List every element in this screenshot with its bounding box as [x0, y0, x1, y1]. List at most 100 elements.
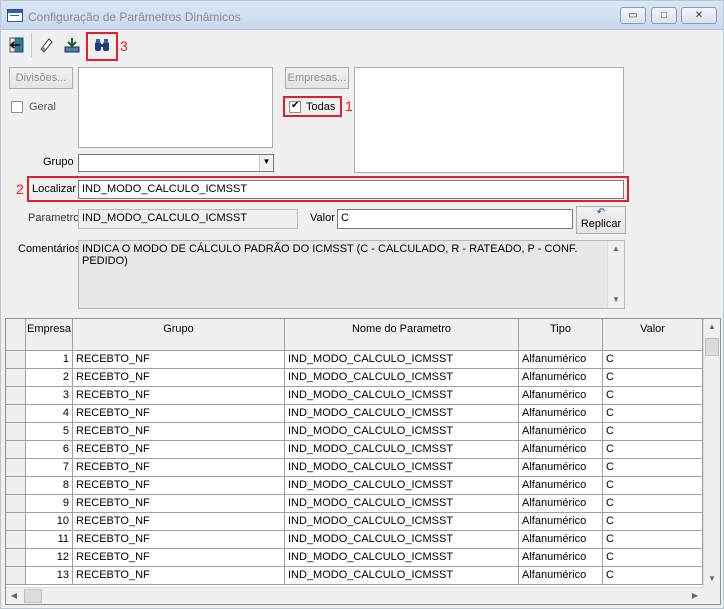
tipo-cell[interactable]: Alfanumérico — [519, 495, 603, 513]
grupo-cell[interactable]: RECEBTO_NF — [73, 423, 285, 441]
grupo-cell[interactable]: RECEBTO_NF — [73, 549, 285, 567]
grid-horizontal-scrollbar[interactable]: ◀ ▶ — [6, 587, 703, 604]
grupo-cell[interactable]: RECEBTO_NF — [73, 441, 285, 459]
table-row[interactable]: 2 RECEBTO_NF IND_MODO_CALCULO_ICMSST Alfanu… — [6, 369, 703, 387]
tipo-cell[interactable]: Alfanumérico — [519, 567, 603, 585]
valor-cell[interactable]: C — [603, 351, 703, 369]
grupo-cell[interactable]: RECEBTO_NF — [73, 477, 285, 495]
minimize-button[interactable]: ▭ — [620, 7, 646, 24]
empresa-cell[interactable]: 8 — [26, 477, 73, 495]
scroll-right-icon[interactable]: ▶ — [687, 588, 703, 604]
nome-parametro-cell[interactable]: IND_MODO_CALCULO_ICMSST — [285, 387, 519, 405]
nome-parametro-cell[interactable]: IND_MODO_CALCULO_ICMSST — [285, 405, 519, 423]
scroll-left-icon[interactable]: ◀ — [6, 588, 22, 604]
tipo-cell[interactable]: Alfanumérico — [519, 549, 603, 567]
table-row[interactable]: 11 RECEBTO_NF IND_MODO_CALCULO_ICMSST Alfan… — [6, 531, 703, 549]
empresa-cell[interactable]: 2 — [26, 369, 73, 387]
scroll-up-icon[interactable]: ▲ — [608, 241, 624, 257]
tipo-cell[interactable]: Alfanumérico — [519, 441, 603, 459]
horizontal-scroll-thumb[interactable] — [24, 589, 42, 603]
tipo-cell[interactable]: Alfanumérico — [519, 477, 603, 495]
empresa-cell[interactable]: 6 — [26, 441, 73, 459]
table-row[interactable]: 13 RECEBTO_NF IND_MODO_CALCULO_ICMSST Alfan… — [6, 567, 703, 585]
empresa-cell[interactable]: 12 — [26, 549, 73, 567]
valor-cell[interactable]: C — [603, 369, 703, 387]
scroll-up-icon[interactable]: ▲ — [704, 319, 720, 335]
empresa-cell[interactable]: 10 — [26, 513, 73, 531]
tipo-cell[interactable]: Alfanumérico — [519, 405, 603, 423]
empresa-cell[interactable]: 11 — [26, 531, 73, 549]
divisoes-list[interactable] — [78, 67, 273, 148]
nome-parametro-cell[interactable]: IND_MODO_CALCULO_ICMSST — [285, 369, 519, 387]
localizar-input[interactable]: IND_MODO_CALCULO_ICMSST — [78, 180, 624, 199]
table-row[interactable]: 5 RECEBTO_NF IND_MODO_CALCULO_ICMSST Alfanu… — [6, 423, 703, 441]
nome-parametro-cell[interactable]: IND_MODO_CALCULO_ICMSST — [285, 495, 519, 513]
scroll-down-icon[interactable]: ▼ — [608, 292, 624, 308]
tipo-cell[interactable]: Alfanumérico — [519, 513, 603, 531]
table-row[interactable]: 3 RECEBTO_NF IND_MODO_CALCULO_ICMSST Alfanu… — [6, 387, 703, 405]
valor-cell[interactable]: C — [603, 387, 703, 405]
table-row[interactable]: 9 RECEBTO_NF IND_MODO_CALCULO_ICMSST Alfanu… — [6, 495, 703, 513]
table-row[interactable]: 12 RECEBTO_NF IND_MODO_CALCULO_ICMSST Alfan… — [6, 549, 703, 567]
tipo-cell[interactable]: Alfanumérico — [519, 387, 603, 405]
tipo-cell[interactable]: Alfanumérico — [519, 351, 603, 369]
grupo-cell[interactable]: RECEBTO_NF — [73, 387, 285, 405]
close-button[interactable]: ✕ — [681, 7, 717, 24]
valor-input[interactable]: C — [337, 209, 573, 229]
valor-cell[interactable]: C — [603, 531, 703, 549]
nome-parametro-cell[interactable]: IND_MODO_CALCULO_ICMSST — [285, 459, 519, 477]
grupo-cell[interactable]: RECEBTO_NF — [73, 567, 285, 585]
header-tipo[interactable]: Tipo — [519, 319, 603, 351]
grupo-cell[interactable]: RECEBTO_NF — [73, 531, 285, 549]
valor-cell[interactable]: C — [603, 513, 703, 531]
nome-parametro-cell[interactable]: IND_MODO_CALCULO_ICMSST — [285, 477, 519, 495]
empresa-cell[interactable]: 7 — [26, 459, 73, 477]
empresa-cell[interactable]: 9 — [26, 495, 73, 513]
tipo-cell[interactable]: Alfanumérico — [519, 459, 603, 477]
valor-cell[interactable]: C — [603, 567, 703, 585]
valor-cell[interactable]: C — [603, 423, 703, 441]
grupo-cell[interactable]: RECEBTO_NF — [73, 495, 285, 513]
table-row[interactable]: 8 RECEBTO_NF IND_MODO_CALCULO_ICMSST Alfanu… — [6, 477, 703, 495]
divisoes-button[interactable]: Divisões... — [9, 67, 73, 89]
comentarios-memo[interactable]: INDICA O MODO DE CÁLCULO PADRÃO DO ICMSS… — [78, 240, 625, 309]
header-empresa[interactable]: Empresa — [26, 319, 73, 351]
table-row[interactable]: 10 RECEBTO_NF IND_MODO_CALCULO_ICMSST Alfan… — [6, 513, 703, 531]
grupo-cell[interactable]: RECEBTO_NF — [73, 405, 285, 423]
empresa-cell[interactable]: 5 — [26, 423, 73, 441]
header-nome-parametro[interactable]: Nome do Parametro — [285, 319, 519, 351]
nome-parametro-cell[interactable]: IND_MODO_CALCULO_ICMSST — [285, 549, 519, 567]
valor-cell[interactable]: C — [603, 441, 703, 459]
empresa-cell[interactable]: 13 — [26, 567, 73, 585]
empresa-cell[interactable]: 1 — [26, 351, 73, 369]
grid-vertical-scrollbar[interactable]: ▲ ▼ — [703, 319, 720, 587]
nome-parametro-cell[interactable]: IND_MODO_CALCULO_ICMSST — [285, 423, 519, 441]
geral-checkbox[interactable] — [11, 101, 23, 113]
clear-button[interactable] — [33, 33, 59, 57]
nome-parametro-cell[interactable]: IND_MODO_CALCULO_ICMSST — [285, 351, 519, 369]
empresas-button[interactable]: Empresas... — [285, 67, 349, 89]
table-row[interactable]: 7 RECEBTO_NF IND_MODO_CALCULO_ICMSST Alfanu… — [6, 459, 703, 477]
header-valor[interactable]: Valor — [603, 319, 703, 351]
table-row[interactable]: 6 RECEBTO_NF IND_MODO_CALCULO_ICMSST Alfanu… — [6, 441, 703, 459]
tipo-cell[interactable]: Alfanumérico — [519, 531, 603, 549]
maximize-button[interactable]: □ — [651, 7, 677, 24]
comentarios-scrollbar[interactable]: ▲ ▼ — [607, 241, 624, 308]
scroll-down-icon[interactable]: ▼ — [704, 571, 720, 587]
chevron-down-icon[interactable]: ▼ — [259, 155, 273, 171]
nome-parametro-cell[interactable]: IND_MODO_CALCULO_ICMSST — [285, 531, 519, 549]
valor-cell[interactable]: C — [603, 405, 703, 423]
parameters-grid[interactable]: Empresa Grupo Nome do Parametro Tipo Val… — [5, 318, 721, 605]
nome-parametro-cell[interactable]: IND_MODO_CALCULO_ICMSST — [285, 567, 519, 585]
save-button[interactable] — [59, 33, 85, 57]
nome-parametro-cell[interactable]: IND_MODO_CALCULO_ICMSST — [285, 513, 519, 531]
nome-parametro-cell[interactable]: IND_MODO_CALCULO_ICMSST — [285, 441, 519, 459]
tipo-cell[interactable]: Alfanumérico — [519, 369, 603, 387]
exit-button[interactable] — [4, 33, 30, 57]
empresa-cell[interactable]: 4 — [26, 405, 73, 423]
valor-cell[interactable]: C — [603, 459, 703, 477]
header-grupo[interactable]: Grupo — [73, 319, 285, 351]
tipo-cell[interactable]: Alfanumérico — [519, 423, 603, 441]
vertical-scroll-thumb[interactable] — [705, 338, 719, 356]
grupo-cell[interactable]: RECEBTO_NF — [73, 513, 285, 531]
